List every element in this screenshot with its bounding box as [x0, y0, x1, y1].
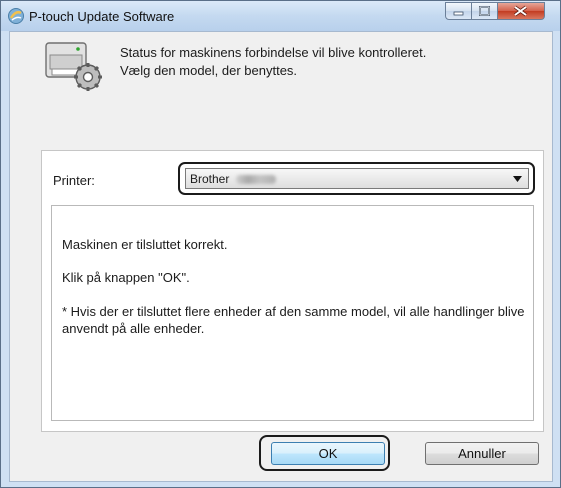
- caption-buttons: [445, 2, 545, 22]
- ok-button[interactable]: OK: [271, 442, 385, 465]
- maximize-button[interactable]: [472, 2, 498, 20]
- title-bar[interactable]: P-touch Update Software: [1, 1, 560, 31]
- maximize-icon: [479, 6, 490, 16]
- minimize-icon: [453, 11, 464, 16]
- status-text: Status for maskinens forbindelse vil bli…: [120, 44, 426, 80]
- message-note: * Hvis der er tilsluttet flere enheder a…: [62, 304, 525, 336]
- app-icon: [8, 8, 24, 24]
- blurred-model-name: [236, 175, 276, 184]
- window-title: P-touch Update Software: [29, 9, 175, 24]
- close-icon: [514, 5, 527, 17]
- status-line-2: Vælg den model, der benyttes.: [120, 63, 298, 78]
- cancel-button[interactable]: Annuller: [425, 442, 539, 465]
- close-button[interactable]: [498, 2, 545, 20]
- message-click-ok: Klik på knappen "OK".: [62, 270, 190, 285]
- printer-select-value: Brother: [190, 172, 230, 186]
- message-box: Maskinen er tilsluttet korrekt. Klik på …: [51, 205, 534, 421]
- chevron-down-icon: [513, 176, 522, 182]
- printer-gear-icon: [45, 42, 102, 91]
- message-connected: Maskinen er tilsluttet korrekt.: [62, 237, 228, 252]
- status-line-1: Status for maskinens forbindelse vil bli…: [120, 45, 427, 60]
- minimize-button[interactable]: [445, 2, 472, 20]
- printer-select[interactable]: Brother: [185, 168, 529, 189]
- printer-label: Printer:: [53, 173, 95, 188]
